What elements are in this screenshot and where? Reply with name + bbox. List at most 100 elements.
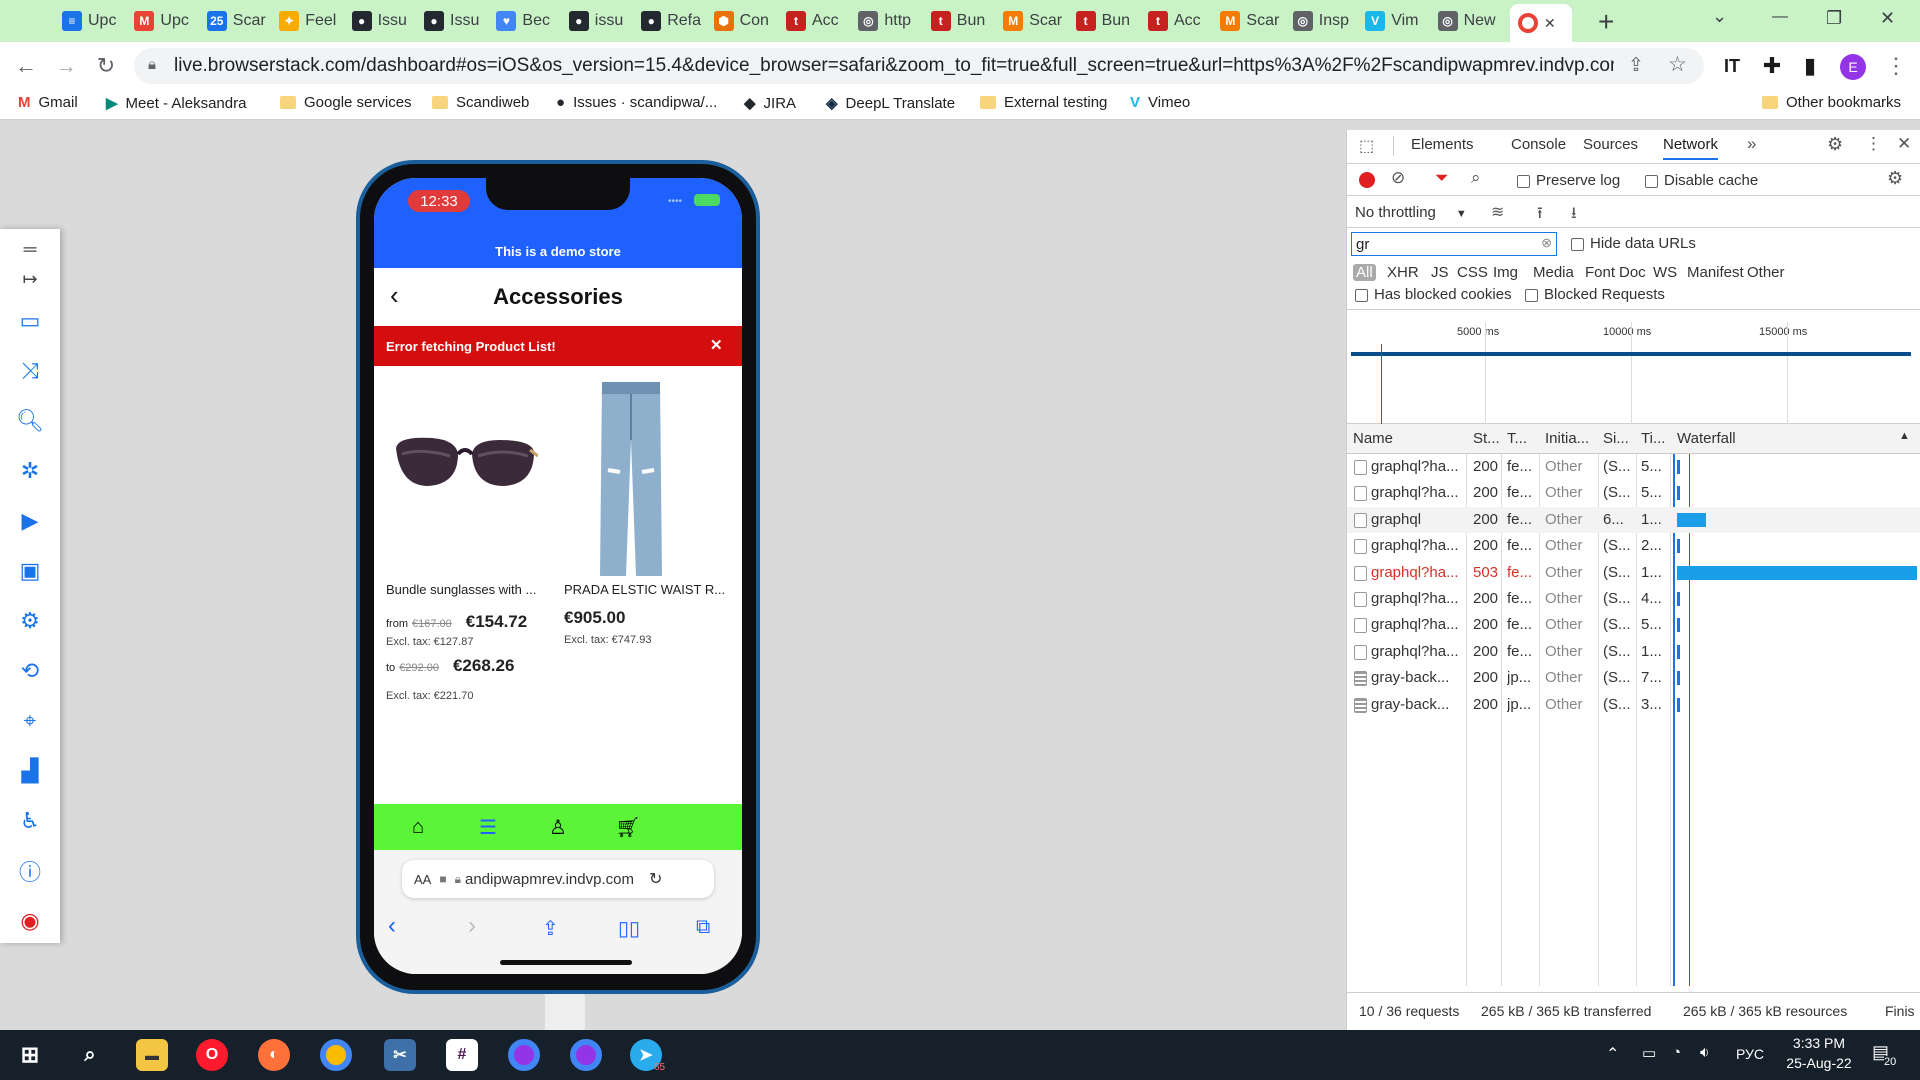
request-row[interactable]: graphql?ha... 200 fe... Other (S... 5...	[1347, 480, 1920, 506]
bookmark-item[interactable]: V Vimeo	[1130, 94, 1190, 111]
clear-icon[interactable]: ⊘	[1391, 168, 1405, 188]
minimize-button[interactable]: —	[1772, 8, 1788, 26]
network-settings-icon[interactable]: ⚙	[1887, 168, 1903, 189]
firefox-icon[interactable]: ◐	[258, 1039, 290, 1071]
location-icon[interactable]: ⌖	[14, 705, 46, 737]
search-icon[interactable]: ⌕	[74, 1039, 106, 1071]
filter-type-all[interactable]: All	[1353, 264, 1376, 281]
clock-time[interactable]: 3:33 PM	[1774, 1035, 1864, 1051]
bookmark-item[interactable]: External testing	[980, 94, 1107, 111]
request-row[interactable]: graphql?ha... 200 fe... Other (S... 4...	[1347, 586, 1920, 612]
throttling-select[interactable]: No throttling ▼	[1355, 204, 1467, 221]
share-icon[interactable]: ⇪	[1628, 54, 1644, 77]
aa-button[interactable]: AA	[414, 872, 431, 887]
column-header[interactable]: Si...	[1603, 430, 1629, 447]
column-header[interactable]: T...	[1507, 430, 1527, 447]
product-name[interactable]: Bundle sunglasses with ...	[386, 582, 546, 597]
clear-filter-icon[interactable]: ⊗	[1541, 235, 1552, 251]
filter-type-other[interactable]: Other	[1747, 264, 1785, 281]
devices-icon[interactable]: ▭	[14, 305, 46, 337]
filter-type-media[interactable]: Media	[1533, 264, 1574, 281]
request-row[interactable]: graphql?ha... 200 fe... Other (S... 5...	[1347, 454, 1920, 480]
browser-tab[interactable]: ● Issu	[424, 6, 484, 36]
filter-type-manifest[interactable]: Manifest	[1687, 264, 1744, 281]
blocked-requests-checkbox[interactable]: Blocked Requests	[1525, 286, 1665, 303]
browser-tab[interactable]: M Scar	[1003, 6, 1063, 36]
bookmark-other[interactable]: Other bookmarks	[1762, 94, 1901, 111]
safari-url-bar[interactable]: AA ■ 🔒︎ andipwapmrev.indvp.com ↻	[402, 860, 714, 898]
bookmark-item[interactable]: Google services	[280, 94, 412, 111]
safari-back-icon[interactable]: ‹	[388, 912, 396, 940]
browser-tab[interactable]: ◎ http	[858, 6, 918, 36]
devtools-tab-network[interactable]: Network	[1663, 136, 1719, 160]
browser-tab[interactable]: ✦ Feel	[279, 6, 339, 36]
accessibility-icon[interactable]: ♿︎	[14, 805, 46, 837]
file-explorer-icon[interactable]: ▬	[136, 1039, 168, 1071]
request-row[interactable]: gray-back... 200 jp... Other (S... 7...	[1347, 665, 1920, 691]
column-header[interactable]: Ti...	[1641, 430, 1665, 447]
search-icon[interactable]: ⌕	[1471, 168, 1481, 188]
info-icon[interactable]: ⓘ	[14, 855, 46, 887]
browser-tab[interactable]: ● issu	[568, 6, 629, 36]
browser-tab[interactable]: t Bun	[930, 6, 991, 36]
video-icon[interactable]: ▶	[14, 505, 46, 537]
column-header[interactable]: Name	[1353, 430, 1393, 447]
settings-gear-icon[interactable]: ⚙	[1827, 134, 1843, 155]
product-card-sunglasses[interactable]: Bundle sunglasses with ... from €167.00 …	[374, 366, 558, 766]
browser-tab[interactable]: t Bun	[1075, 6, 1136, 36]
bookmark-item[interactable]: ◈ DeepL Translate	[826, 94, 955, 113]
safari-bookmarks-icon[interactable]: ▯▯	[618, 916, 640, 941]
input-language[interactable]: РУС	[1736, 1046, 1764, 1062]
browser-tab[interactable]: ⬢ Con	[713, 6, 774, 36]
browser-tab[interactable]: ● Issu	[351, 6, 412, 36]
bookmark-item[interactable]: ◆ JIRA	[744, 94, 796, 113]
column-header[interactable]: Initia...	[1545, 430, 1589, 447]
more-tabs-icon[interactable]: »	[1747, 134, 1756, 154]
stop-session-icon[interactable]: ◉	[14, 905, 46, 937]
zoom-icon[interactable]: 🔍︎	[14, 405, 46, 437]
stats-icon[interactable]: ▟	[14, 755, 46, 787]
profile-avatar[interactable]: E	[1840, 54, 1866, 80]
devtools-tab-console[interactable]: Console	[1511, 136, 1566, 153]
browser-tab[interactable]: ● Refa	[641, 6, 701, 36]
column-header[interactable]: Waterfall	[1677, 430, 1736, 447]
browser-tab[interactable]: t Acc	[786, 6, 846, 36]
request-row[interactable]: graphql?ha... 503 fe... Other (S... 1...	[1347, 560, 1920, 586]
back-button[interactable]: ←	[10, 50, 42, 82]
close-tab-icon[interactable]: ✕	[1544, 15, 1556, 32]
chevron-down-icon[interactable]: ⌄	[1712, 6, 1727, 27]
filter-type-doc[interactable]: Doc	[1619, 264, 1646, 281]
window-icon[interactable]: ▣	[14, 555, 46, 587]
home-icon[interactable]: ⌂	[404, 814, 432, 840]
close-devtools-icon[interactable]: ✕	[1897, 134, 1911, 154]
volume-icon[interactable]: 🔉︎	[1700, 1044, 1709, 1061]
wifi-icon[interactable]: ◔	[1672, 1044, 1681, 1061]
request-row[interactable]: graphql?ha... 200 fe... Other (S... 5...	[1347, 612, 1920, 638]
export-har-icon[interactable]: ⭳	[1571, 202, 1577, 229]
chrome-profile-icon[interactable]	[508, 1039, 540, 1071]
browser-tab[interactable]: ≡ Upc	[62, 6, 122, 36]
filter-type-font[interactable]: Font	[1585, 264, 1615, 281]
filter-type-css[interactable]: CSS	[1457, 264, 1488, 281]
forward-button[interactable]: →	[50, 50, 82, 82]
new-tab-button[interactable]: +	[1598, 6, 1614, 38]
devtools-tab-sources[interactable]: Sources	[1583, 136, 1638, 153]
request-row[interactable]: graphql?ha... 200 fe... Other (S... 2...	[1347, 533, 1920, 559]
menu-icon[interactable]: ⋮	[1880, 50, 1912, 82]
safari-forward-icon[interactable]: ›	[468, 912, 476, 940]
slack-icon[interactable]: #	[446, 1039, 478, 1071]
reload-icon[interactable]: ↻	[649, 869, 662, 889]
kebab-icon[interactable]: ⋮	[1865, 134, 1882, 154]
has-blocked-cookies-checkbox[interactable]: Has blocked cookies	[1355, 286, 1512, 303]
chrome-profile-icon[interactable]	[570, 1039, 602, 1071]
devtools-tab-elements[interactable]: Elements	[1411, 136, 1474, 153]
bookmark-item[interactable]: ▶ Meet - Aleksandra	[106, 94, 246, 113]
menu-search-icon[interactable]: ☰	[474, 814, 502, 840]
clock-date[interactable]: 25-Aug-22	[1774, 1055, 1864, 1071]
preserve-log-checkbox[interactable]: Preserve log	[1517, 172, 1620, 189]
close-icon[interactable]: ✕	[710, 336, 723, 354]
maximize-button[interactable]: ❐	[1826, 8, 1842, 29]
browser-tab[interactable]: M Upc	[134, 6, 194, 36]
inspect-icon[interactable]: ⬚	[1359, 136, 1374, 156]
bookmark-item[interactable]: ● Issues · scandipwa/...	[556, 94, 717, 111]
